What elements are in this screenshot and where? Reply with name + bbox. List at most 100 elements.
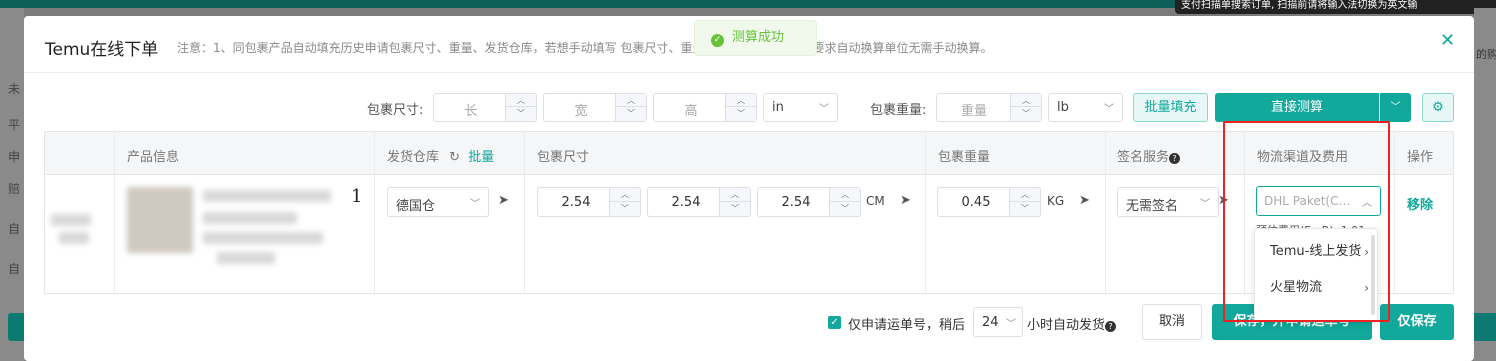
chevron-down-icon: ﹀ bbox=[1200, 199, 1210, 210]
length-placeholder: 长 bbox=[464, 104, 478, 119]
stepper-arrows[interactable]: ︿ ﹀ bbox=[725, 94, 756, 121]
remove-link[interactable]: 移除 bbox=[1407, 194, 1433, 213]
length-input[interactable]: 长 ︿ ﹀ bbox=[433, 93, 537, 122]
weight-input[interactable]: 重量 ︿ ﹀ bbox=[936, 93, 1042, 122]
dropdown-item-label: Temu-线上发货 bbox=[1270, 244, 1362, 259]
gear-icon[interactable]: ⚙ bbox=[1422, 93, 1454, 122]
only-apply-checkbox[interactable]: ✓ bbox=[828, 316, 841, 329]
size-unit-value: in bbox=[772, 100, 784, 115]
header-logistics: 物流渠道及费用 bbox=[1257, 150, 1349, 165]
chevron-right-icon: › bbox=[1364, 245, 1369, 259]
background-char: 未 bbox=[8, 82, 21, 96]
chevron-up-icon: ︿ bbox=[726, 94, 756, 107]
size-unit: CM bbox=[866, 194, 885, 208]
background-char: 自 bbox=[8, 262, 21, 276]
background-char: 平 bbox=[8, 118, 21, 132]
weight-label: 包裹重量: bbox=[870, 103, 927, 118]
send-icon[interactable]: ➤ bbox=[1079, 193, 1090, 208]
width-value: 2.54 bbox=[671, 195, 701, 210]
product-table: 产品信息 发货仓库 ↻ 批量 包裹尺寸 包裹重量 签名服务? 物流渠道及费用 操… bbox=[44, 131, 1454, 294]
column-divider bbox=[1244, 132, 1245, 293]
send-icon[interactable]: ➤ bbox=[498, 193, 509, 208]
sign-select[interactable]: 无需签名 ﹀ bbox=[1117, 187, 1219, 217]
background-button bbox=[8, 313, 24, 341]
modal-title: Temu在线下单 bbox=[45, 40, 159, 60]
chevron-up-icon: ︿ bbox=[610, 188, 640, 202]
stepper-arrows[interactable]: ︿ ﹀ bbox=[719, 188, 750, 216]
weight-placeholder: 重量 bbox=[960, 104, 987, 119]
stepper-arrows[interactable]: ︿ ﹀ bbox=[609, 188, 640, 216]
logistics-dropdown: Temu-线上发货 › 火星物流 › bbox=[1254, 228, 1378, 322]
stepper-arrows[interactable]: ︿ ﹀ bbox=[615, 94, 646, 121]
hours-value: 24 bbox=[982, 315, 999, 330]
batch-link[interactable]: 批量 bbox=[468, 150, 494, 165]
column-divider bbox=[524, 132, 525, 293]
blurred-content bbox=[203, 232, 323, 244]
header-size: 包裹尺寸 bbox=[537, 150, 590, 165]
stepper-arrows[interactable]: ︿ ﹀ bbox=[1009, 188, 1040, 216]
background-left-strip: 未 平 申 赔 自 自 bbox=[0, 8, 24, 361]
length-value: 2.54 bbox=[561, 195, 591, 210]
dropdown-item-mars[interactable]: 火星物流 › bbox=[1255, 270, 1373, 306]
height-input[interactable]: 高 ︿ ﹀ bbox=[653, 93, 757, 122]
background-button bbox=[1474, 313, 1496, 341]
height-field[interactable]: 2.54 ︿ ﹀ bbox=[757, 187, 861, 217]
cancel-button[interactable]: 取消 bbox=[1142, 304, 1202, 340]
modal-note: 注意：1、同包裹产品自动填充历史申请包裹尺寸、重量、发货仓库，若想手动填写 包裹… bbox=[177, 41, 993, 55]
stepper-arrows[interactable]: ︿ ﹀ bbox=[829, 188, 860, 216]
background-tooltip: 支付扫描单搜索订单, 扫描前请将输入法切换为英文输 bbox=[1175, 0, 1496, 14]
table-header: 产品信息 发货仓库 ↻ 批量 包裹尺寸 包裹重量 签名服务? 物流渠道及费用 操… bbox=[45, 132, 1453, 175]
width-input[interactable]: 宽 ︿ ﹀ bbox=[543, 93, 647, 122]
hours-select[interactable]: 24 ﹀ bbox=[973, 307, 1023, 337]
warehouse-value: 德国仓 bbox=[396, 199, 436, 214]
weight-unit-select[interactable]: lb ﹀ bbox=[1048, 93, 1123, 122]
weight-field[interactable]: 0.45 ︿ ﹀ bbox=[937, 187, 1041, 217]
header-product: 产品信息 bbox=[127, 150, 180, 165]
warehouse-select[interactable]: 德国仓 ﹀ bbox=[387, 187, 489, 217]
header-sign-label: 签名服务 bbox=[1117, 150, 1170, 165]
save-only-button[interactable]: 仅保存 bbox=[1380, 304, 1454, 340]
stepper-arrows[interactable]: ︿ ﹀ bbox=[1010, 94, 1041, 121]
weight-unit-value: lb bbox=[1057, 100, 1069, 115]
header-action: 操作 bbox=[1407, 150, 1434, 165]
send-icon[interactable]: ➤ bbox=[1218, 193, 1229, 208]
chevron-down-icon: ﹀ bbox=[627, 109, 635, 118]
close-icon[interactable]: ✕ bbox=[1440, 30, 1455, 51]
auto-ship-label: 小时自动发货? bbox=[1027, 314, 1117, 333]
blurred-content bbox=[203, 190, 331, 202]
stepper-arrows[interactable]: ︿ ﹀ bbox=[505, 94, 536, 121]
length-field[interactable]: 2.54 ︿ ﹀ bbox=[537, 187, 641, 217]
direct-calc-button[interactable]: 直接测算 bbox=[1215, 93, 1379, 122]
background-right-text: 的购物 bbox=[1476, 48, 1496, 61]
size-unit-select[interactable]: in ﹀ bbox=[763, 93, 838, 122]
blurred-content bbox=[217, 252, 275, 264]
product-image bbox=[127, 187, 193, 253]
dropdown-scrollbar[interactable] bbox=[1371, 235, 1375, 315]
refresh-icon[interactable]: ↻ bbox=[449, 150, 460, 165]
chevron-down-icon: ﹀ bbox=[1006, 319, 1016, 330]
blurred-content bbox=[51, 214, 91, 226]
question-icon[interactable]: ? bbox=[1105, 321, 1117, 332]
success-toast: ✓ 测算成功 bbox=[694, 20, 817, 56]
chevron-up-icon: ︿ bbox=[830, 188, 860, 202]
width-field[interactable]: 2.54 ︿ ﹀ bbox=[647, 187, 751, 217]
chevron-down-icon: ﹀ bbox=[819, 104, 829, 115]
batch-fill-button[interactable]: 批量填充 bbox=[1133, 93, 1208, 122]
weight-unit: KG bbox=[1047, 194, 1065, 208]
width-placeholder: 宽 bbox=[574, 104, 588, 119]
column-divider bbox=[114, 132, 115, 293]
blurred-content bbox=[59, 232, 89, 244]
header-sign: 签名服务? bbox=[1117, 146, 1181, 165]
toast-text: 测算成功 bbox=[732, 30, 785, 45]
chevron-up-icon: ︿ bbox=[1362, 198, 1372, 209]
send-icon[interactable]: ➤ bbox=[900, 193, 911, 208]
size-label: 包裹尺寸: bbox=[367, 103, 424, 118]
height-placeholder: 高 bbox=[684, 104, 698, 119]
chevron-down-icon[interactable]: ﹀ bbox=[1380, 93, 1411, 122]
question-icon[interactable]: ? bbox=[1169, 153, 1181, 164]
logistics-select[interactable]: DHL Paket(C… ︿ bbox=[1256, 186, 1381, 216]
logistics-value: DHL Paket(C… bbox=[1264, 194, 1351, 208]
check-circle-icon: ✓ bbox=[711, 34, 724, 47]
dropdown-item-temu[interactable]: Temu-线上发货 › bbox=[1255, 234, 1373, 270]
product-quantity: 1 bbox=[351, 186, 363, 207]
